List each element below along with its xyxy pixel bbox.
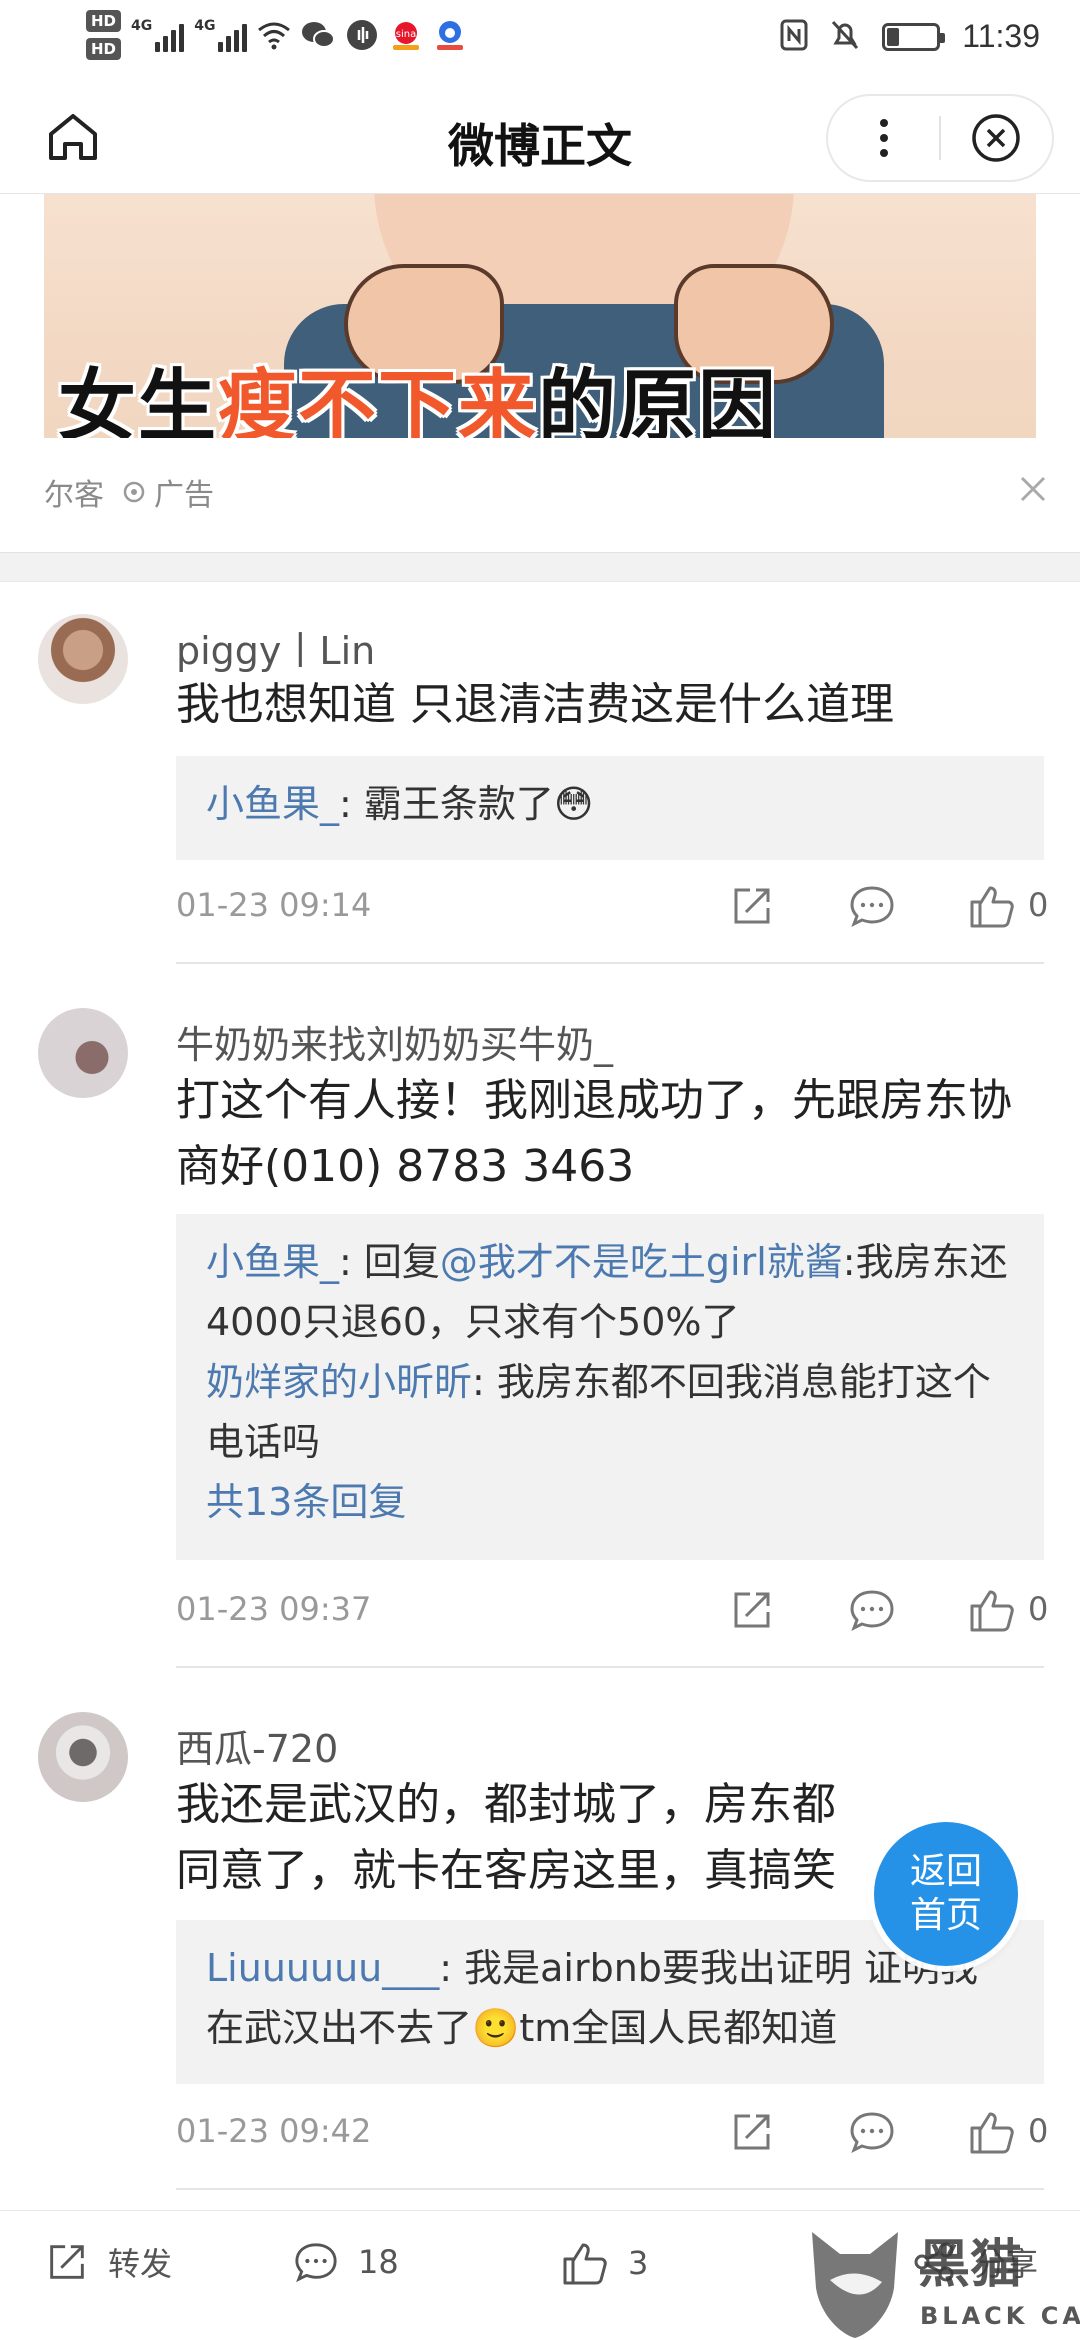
reply-line: 小鱼果_: 回复@我才不是吃土girl就酱:我房东还4000只退60，只求有个5… <box>206 1240 1008 1344</box>
comment-meta: 01-23 09:42 0 <box>176 2100 1048 2160</box>
ad-label: 广告 <box>154 478 214 513</box>
comment-text: 我还是武汉的，都封城了，房东都同意了，就卡在客房这里，真搞笑 <box>176 1779 836 1896</box>
avatar[interactable] <box>38 614 128 704</box>
reply-box[interactable]: 小鱼果_: 霸王条款了😳 <box>176 756 1044 860</box>
sina-icon: sina <box>389 18 423 52</box>
comment-button[interactable]: 18 <box>292 2239 399 2285</box>
comment-meta: 01-23 09:37 0 <box>176 1578 1048 1638</box>
more-button[interactable] <box>828 96 939 180</box>
reply-author[interactable]: 奶烊家的小昕昕 <box>206 1360 472 1404</box>
comment-text: 我也想知道 只退清洁费这是什么道理 <box>176 679 894 730</box>
status-left: HD HD 4G 4G sina <box>86 10 467 60</box>
ad-meta: 尔客 广告 <box>44 470 214 514</box>
ad-close-icon[interactable] <box>1016 472 1050 506</box>
ad-image[interactable]: 女生瘦不下来的原因 <box>44 194 1036 438</box>
back-to-home-button[interactable]: 返回 首页 <box>874 1822 1018 1966</box>
wifi-icon <box>257 18 291 52</box>
like-count: 0 <box>1028 2112 1049 2150</box>
section-separator <box>0 552 1080 582</box>
black-cat-watermark: 黑猫 BLACK CAT <box>812 2232 1080 2338</box>
mini-program-capsule <box>826 94 1054 182</box>
reply-line: Liuuuuuu___: 我是airbnb要我出证明 证明我在武汉出不去了🙂tm… <box>206 1946 978 2050</box>
like-icon[interactable] <box>968 882 1016 930</box>
avatar[interactable] <box>38 1712 128 1802</box>
reply-line: 奶烊家的小昕昕: 我房东都不回我消息能打这个电话吗 <box>206 1360 991 1464</box>
svg-text:sina: sina <box>396 29 416 40</box>
like-count: 0 <box>1028 886 1049 924</box>
comment-divider <box>176 962 1044 964</box>
nfc-icon <box>780 19 808 55</box>
comment-meta: 01-23 09:14 0 <box>176 874 1048 934</box>
battery-icon <box>882 22 946 51</box>
like-icon[interactable] <box>968 1586 1016 1634</box>
comment-divider <box>176 2188 1044 2190</box>
comment-time: 01-23 09:14 <box>176 886 372 924</box>
audio-icon <box>345 18 379 52</box>
wechat-icon <box>301 18 336 52</box>
ad-headline: 女生瘦不下来的原因 <box>58 362 779 438</box>
mute-icon <box>830 19 860 55</box>
comment-username[interactable]: 牛奶奶来找刘奶奶买牛奶_ <box>176 1014 613 1069</box>
close-button[interactable] <box>941 96 1052 180</box>
more-vertical-icon <box>879 119 888 157</box>
nav-bar: 微博正文 <box>0 80 1080 194</box>
like-icon <box>563 2243 607 2285</box>
watermark-text: 黑猫 <box>918 2235 1022 2295</box>
like-count: 3 <box>628 2244 649 2282</box>
comment-icon[interactable] <box>848 882 896 930</box>
share-icon[interactable] <box>728 882 776 930</box>
reply-line: 小鱼果_: 霸王条款了😳 <box>206 782 594 826</box>
comment-count: 18 <box>358 2243 399 2281</box>
signal-icon: 4G <box>131 18 185 52</box>
reply-author[interactable]: 小鱼果_ <box>206 1240 339 1284</box>
status-right: 11:39 <box>780 18 1040 55</box>
status-bar: HD HD 4G 4G sina 11:39 <box>0 0 1080 80</box>
reply-box[interactable]: 小鱼果_: 回复@我才不是吃土girl就酱:我房东还4000只退60，只求有个5… <box>176 1214 1044 1560</box>
ad-source: 尔客 <box>44 478 104 513</box>
status-time: 11:39 <box>962 18 1040 54</box>
comment-icon[interactable] <box>848 1586 896 1634</box>
comment-icon <box>295 2243 337 2283</box>
ad-badge-icon <box>123 481 145 503</box>
like-button[interactable]: 3 <box>560 2239 648 2287</box>
reply-author[interactable]: Liuuuuuu___ <box>206 1946 439 1990</box>
repost-label: 转发 <box>108 2245 173 2283</box>
comment-username[interactable]: piggy丨Lin <box>176 620 375 675</box>
reply-mention[interactable]: @我才不是吃土girl就酱 <box>440 1240 843 1284</box>
comment-text: 打这个有人接！我刚退成功了，先跟房东协商好(010) 8783 3463 <box>176 1075 1012 1192</box>
battery-level <box>887 27 900 46</box>
signal-icon: 4G <box>194 18 248 52</box>
close-circle-icon <box>972 114 1021 162</box>
like-count: 0 <box>1028 1590 1049 1628</box>
comment-icon[interactable] <box>848 2108 896 2156</box>
watermark-subtext: BLACK CAT <box>920 2302 1080 2330</box>
hd-badge: HD <box>86 38 122 60</box>
more-replies-link[interactable]: 共13条回复 <box>206 1472 1014 1532</box>
baidu-icon <box>433 18 467 52</box>
comment-time: 01-23 09:37 <box>176 1590 372 1628</box>
avatar[interactable] <box>38 1008 128 1098</box>
reply-author[interactable]: 小鱼果_ <box>206 782 339 826</box>
share-icon[interactable] <box>728 2108 776 2156</box>
share-icon[interactable] <box>728 1586 776 1634</box>
comment-username[interactable]: 西瓜-720 <box>176 1718 338 1773</box>
repost-button[interactable]: 转发 <box>44 2239 172 2285</box>
hd-badge: HD <box>86 10 122 32</box>
comment-divider <box>176 1666 1044 1668</box>
like-icon[interactable] <box>968 2108 1016 2156</box>
repost-icon <box>50 2245 84 2279</box>
comment-time: 01-23 09:42 <box>176 2112 372 2150</box>
